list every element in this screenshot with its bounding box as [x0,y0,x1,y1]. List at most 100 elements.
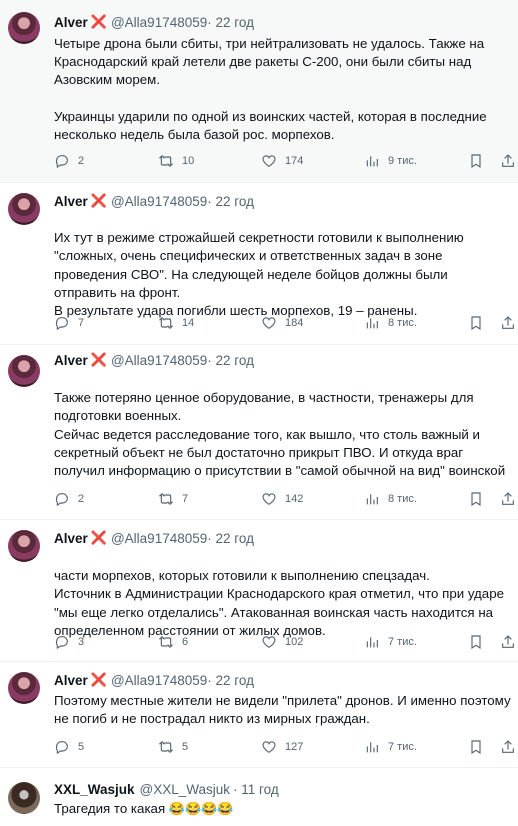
bookmark-button[interactable] [468,633,484,651]
avatar[interactable] [8,782,40,814]
like-button[interactable]: 127 [261,738,303,756]
retweet-icon [158,636,174,648]
tweet[interactable]: Alver ❌ @Alla91748059 · 22 год Также пот… [0,345,518,520]
tweet-time[interactable]: · 22 год [207,673,254,688]
tweet-paragraph: Их тут в режиме строжайшей секретности г… [54,230,464,319]
like-button[interactable]: 102 [261,633,303,651]
tweet-time[interactable]: · 22 год [207,531,254,546]
speech-bubble-icon [55,317,68,331]
avatar[interactable] [8,355,40,387]
speech-bubble-icon [55,493,68,507]
speech-bubble-icon [55,155,68,169]
tweet-header: XXL_Wasjuk @XXL_Wasjuk · 11 год [54,782,279,797]
views-button[interactable]: 7 тис. [364,633,417,651]
bar-chart-icon [366,742,378,753]
tweet-header: Alver ❌ @Alla91748059 · 22 год [54,14,254,30]
cross-mark-icon: ❌ [90,352,107,367]
bar-chart-icon [366,318,378,329]
bookmark-button[interactable] [468,314,484,332]
tweet-paragraph: Также потеряно ценное оборудование, в ча… [54,390,506,479]
tweet-time[interactable]: · 22 год [207,353,254,368]
share-button[interactable] [500,633,516,651]
share-button[interactable] [500,490,516,508]
bookmark-button[interactable] [468,738,484,756]
reply-count: 7 [78,317,85,329]
author-name[interactable]: Alver [54,673,88,688]
speech-bubble-icon [55,636,68,650]
tweet-header: Alver ❌ @Alla91748059 · 22 год [54,530,254,546]
heart-icon [262,741,276,754]
views-button[interactable]: 7 тис. [364,738,417,756]
retweet-count: 10 [182,155,195,167]
author-handle[interactable]: @Alla91748059 [111,673,207,688]
retweet-button[interactable]: 14 [158,314,194,332]
tweet-time[interactable]: · 11 год [233,782,279,797]
views-button[interactable]: 8 тис. [364,314,417,332]
avatar[interactable] [8,12,40,44]
tweet-time[interactable]: · 22 год [207,194,254,209]
reply-button[interactable]: 2 [54,490,84,508]
like-button[interactable]: 184 [261,314,303,332]
bar-chart-icon [366,637,378,648]
author-name[interactable]: Alver [54,531,88,546]
share-button[interactable] [500,152,516,170]
retweet-count: 5 [182,741,189,753]
tweet-actions: 5 5 127 7 тис. [54,738,514,756]
tweet-actions: 7 14 184 8 тис. [54,314,514,332]
avatar[interactable] [8,672,40,704]
tweet[interactable]: Alver ❌ @Alla91748059 · 22 год Их тут в … [0,183,518,345]
retweet-count: 7 [182,493,189,505]
retweet-icon [158,155,174,167]
like-button[interactable]: 142 [261,490,303,508]
reply-count: 2 [78,493,85,505]
bookmark-icon [471,492,481,507]
retweet-count: 14 [182,317,195,329]
avatar[interactable] [8,193,40,225]
share-icon [502,635,514,648]
like-button[interactable]: 174 [261,152,303,170]
views-count: 8 тис. [388,493,417,505]
retweet-icon [158,317,174,329]
retweet-button[interactable]: 6 [158,633,188,651]
author-handle[interactable]: @Alla91748059 [111,194,207,209]
reply-tweet[interactable]: XXL_Wasjuk @XXL_Wasjuk · 11 год Трагедия… [0,768,518,826]
tweet[interactable]: Alver ❌ @Alla91748059 · 22 год Четыре др… [0,0,518,183]
tweet-paragraph: Четыре дрона были сбиты, три нейтрализов… [54,36,485,88]
author-handle[interactable]: @Alla91748059 [111,531,207,546]
avatar[interactable] [8,530,40,562]
author-name[interactable]: XXL_Wasjuk [54,782,135,797]
reply-text: Трагедия то какая [54,801,166,816]
reply-button[interactable]: 7 [54,314,84,332]
views-button[interactable]: 8 тис. [364,490,417,508]
share-button[interactable] [500,314,516,332]
bar-chart-icon [366,156,378,167]
bookmark-button[interactable] [468,490,484,508]
tweet-paragraph: части морпехов, которых готовили к выпол… [54,568,504,638]
retweet-icon [158,741,174,753]
author-handle[interactable]: @Alla91748059 [111,15,207,30]
reply-button[interactable]: 2 [54,152,84,170]
bookmark-icon [471,635,481,650]
tweet[interactable]: Alver ❌ @Alla91748059 · 22 год Поэтому м… [0,662,518,768]
retweet-button[interactable]: 7 [158,490,188,508]
reply-count: 5 [78,741,85,753]
author-name[interactable]: Alver [54,194,88,209]
retweet-button[interactable]: 10 [158,152,194,170]
author-handle[interactable]: @XXL_Wasjuk [140,782,231,797]
reply-button[interactable]: 5 [54,738,84,756]
views-count: 9 тис. [388,155,417,167]
views-button[interactable]: 9 тис. [364,152,417,170]
tears-of-joy-emoji: 😂😂😂😂 [168,801,234,816]
tweet[interactable]: Alver ❌ @Alla91748059 · 22 год части мор… [0,520,518,662]
like-count: 127 [285,741,304,753]
author-name[interactable]: Alver [54,15,88,30]
reply-button[interactable]: 3 [54,633,84,651]
heart-icon [262,636,276,649]
tweet-time[interactable]: · 22 год [207,15,254,30]
retweet-button[interactable]: 5 [158,738,188,756]
share-button[interactable] [500,738,516,756]
author-handle[interactable]: @Alla91748059 [111,353,207,368]
bookmark-button[interactable] [468,152,484,170]
share-icon [502,154,514,167]
author-name[interactable]: Alver [54,353,88,368]
